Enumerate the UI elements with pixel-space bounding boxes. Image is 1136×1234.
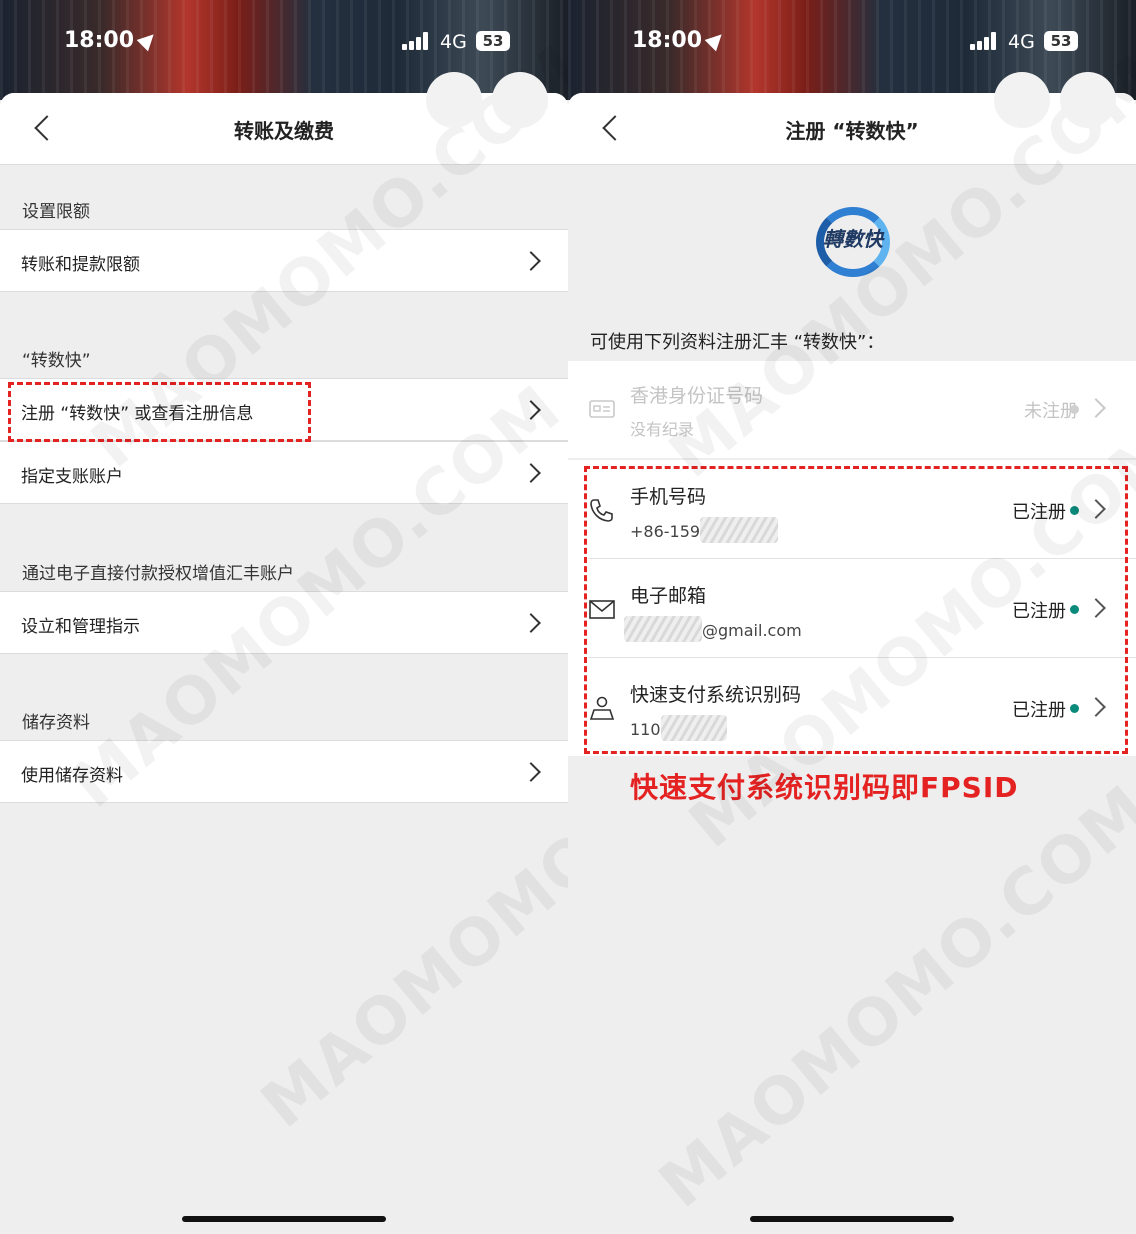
floating-bubble-icon[interactable] [994,72,1050,128]
status-bar: 18:00 4G 53 [568,0,1136,100]
page-title: 转账及缴费 [234,119,334,143]
chevron-right-icon [521,762,541,782]
fps-logo: 轉數快 [808,201,898,281]
list-item-manage-instructions[interactable]: 设立和管理指示 [0,591,568,654]
floating-bubble-icon[interactable] [492,72,548,128]
floating-bubble-icon[interactable] [1060,72,1116,128]
signal-icon [970,32,1002,50]
page-title: 注册 “转数快” [785,119,919,143]
status-time: 18:00 [64,28,160,53]
list-item-debit-account[interactable]: 指定支账账户 [0,441,568,504]
status-bar: 18:00 4G 53 [0,0,568,100]
list-item-label: 使用储存资料 [21,766,123,786]
list-item-stored-data[interactable]: 使用储存资料 [0,740,568,803]
location-icon [136,28,160,52]
battery-icon: 53 [476,31,510,51]
annotation-caption: 快速支付系统识别码即FPSID [630,771,1019,804]
section-heading: 储存资料 [22,713,90,733]
section-heading: 设置限额 [22,202,90,222]
network-type: 4G [1008,31,1035,53]
right-screen: 18:00 4G 53 注册 “转数快” 轉數快 可使用下列资料注册汇丰 “转数… [568,0,1136,1234]
floating-bubble-icon[interactable] [426,72,482,128]
list-item-transfer-limit[interactable]: 转账和提款限额 [0,229,568,292]
highlight-box [584,466,1128,754]
item-subtitle: 没有纪录 [630,420,695,439]
home-indicator[interactable] [750,1216,954,1222]
status-dot-icon [1070,405,1079,414]
id-card-icon [589,400,615,418]
chevron-right-icon [521,463,541,483]
left-screen: 18:00 4G 53 转账及缴费 设置限额 转账和提款限额 “转数快” 注册 … [0,0,568,1234]
list-item-hkid[interactable]: 香港身份证号码 没有纪录 未注册 [568,361,1136,458]
list-item-label: 设立和管理指示 [21,617,140,637]
list-item-label: 指定支账账户 [21,467,123,487]
list-item-label: 转账和提款限额 [21,255,140,275]
main-card: 转账及缴费 设置限额 转账和提款限额 “转数快” 注册 “转数快” 或查看注册信… [0,93,568,1234]
nav-bar: 注册 “转数快” [568,93,1136,165]
chevron-right-icon [1086,398,1106,418]
home-indicator[interactable] [182,1216,386,1222]
intro-text: 可使用下列资料注册汇丰 “转数快”： [590,332,885,353]
battery-icon: 53 [1044,31,1078,51]
location-icon [704,28,728,52]
status-time: 18:00 [632,28,728,53]
chevron-right-icon [521,613,541,633]
network-type: 4G [440,31,467,53]
chevron-right-icon [521,400,541,420]
signal-icon [402,32,434,50]
section-heading: 通过电子直接付款授权增值汇丰账户 [22,564,294,584]
chevron-right-icon [521,251,541,271]
fps-logo-text: 轉數快 [823,227,883,251]
nav-bar: 转账及缴费 [0,93,568,165]
section-heading: “转数快” [22,351,91,371]
item-title: 香港身份证号码 [630,385,764,407]
highlight-box [8,382,311,442]
